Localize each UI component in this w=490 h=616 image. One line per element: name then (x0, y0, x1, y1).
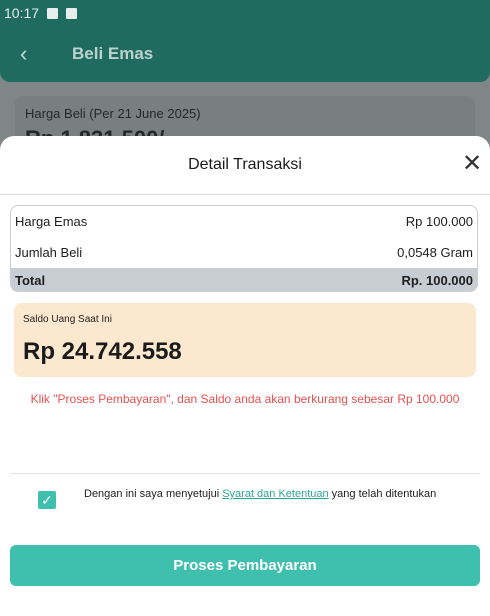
sheet-title: Detail Transaksi (188, 156, 302, 173)
total-label: Total (15, 272, 46, 288)
sheet-header: Detail Transaksi ✕ (0, 136, 490, 195)
payment-warning: Klik "Proses Pembayaran", dan Saldo anda… (30, 392, 460, 406)
agreement-prefix: Dengan ini saya menyetujui (84, 488, 223, 500)
terms-link[interactable]: Syarat dan Ketentuan (222, 488, 328, 500)
agreement-row: ✓ Dengan ini saya menyetujui Syarat dan … (38, 488, 458, 509)
app-notification-icon (66, 7, 78, 19)
detail-row-harga-emas: Harga Emas Rp 100.000 (11, 206, 477, 237)
status-time: 10:17 (4, 5, 40, 21)
close-icon[interactable]: ✕ (460, 152, 484, 176)
app-bar: ‹ Beli Emas (0, 26, 490, 82)
agreement-checkbox[interactable]: ✓ (38, 491, 56, 509)
divider (10, 473, 480, 474)
balance-card: Saldo Uang Saat Ini Rp 24.742.558 (14, 303, 476, 377)
detail-value: 0,0548 Gram (397, 245, 473, 260)
detail-value: Rp 100.000 (405, 214, 473, 229)
back-arrow-icon[interactable]: ‹ (20, 43, 42, 65)
detail-label: Jumlah Beli (15, 245, 83, 260)
detail-row-total: Total Rp. 100.000 (11, 268, 477, 291)
price-card-label: Harga Beli (Per 21 June 2025) (25, 106, 201, 121)
total-value: Rp. 100.000 (401, 272, 473, 288)
app-bar-title: Beli Emas (72, 44, 154, 63)
agreement-text: Dengan ini saya menyetujui Syarat dan Ke… (84, 488, 436, 501)
process-payment-button[interactable]: Proses Pembayaran (10, 545, 480, 586)
image-notification-icon (47, 7, 59, 19)
transaction-detail-table: Harga Emas Rp 100.000 Jumlah Beli 0,0548… (10, 205, 478, 292)
status-bar: 10:17 (0, 0, 490, 26)
balance-label: Saldo Uang Saat Ini (23, 314, 112, 325)
detail-row-jumlah-beli: Jumlah Beli 0,0548 Gram (11, 237, 477, 268)
agreement-suffix: yang telah ditentukan (328, 488, 437, 500)
transaction-detail-sheet: Detail Transaksi ✕ Harga Emas Rp 100.000… (0, 136, 490, 616)
balance-value: Rp 24.742.558 (23, 338, 182, 365)
detail-label: Harga Emas (15, 214, 88, 229)
